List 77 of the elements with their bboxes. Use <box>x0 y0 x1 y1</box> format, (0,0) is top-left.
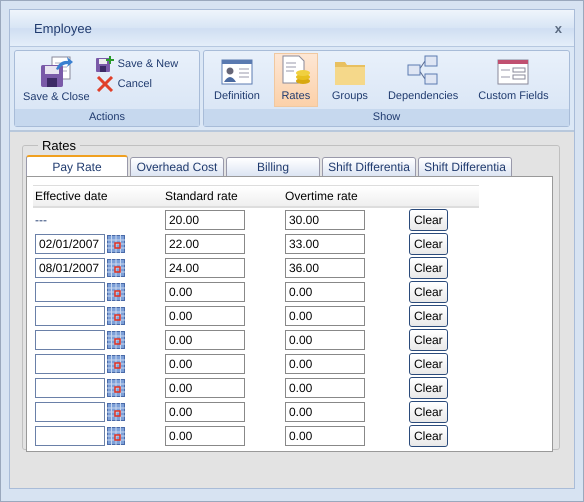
save-close-button[interactable]: Save & Close <box>19 53 94 107</box>
card-button[interactable]: Definition <box>208 53 266 107</box>
save-icon <box>96 56 114 72</box>
overtime-rate-field[interactable]: 0.00 <box>285 282 365 302</box>
overtime-rate-field[interactable]: 0.00 <box>285 354 365 374</box>
calendar-icon[interactable] <box>107 427 125 445</box>
overtime-rate-field[interactable]: 0.00 <box>285 306 365 326</box>
date-field[interactable] <box>35 306 105 326</box>
tab[interactable]: Overhead Cost <box>130 157 224 176</box>
date-field[interactable] <box>35 330 105 350</box>
calendar-icon[interactable] <box>107 403 125 421</box>
date-field[interactable] <box>35 402 105 422</box>
calendar-icon[interactable] <box>107 331 125 349</box>
window-title: Employee <box>34 20 92 36</box>
clear-button[interactable]: Clear <box>409 401 448 423</box>
cancel-button[interactable]: Cancel <box>94 75 180 93</box>
rates-button[interactable]: Rates <box>274 53 318 107</box>
tab[interactable]: Shift Differentia <box>418 157 512 176</box>
calendar-icon[interactable] <box>107 283 125 301</box>
overtime-rate-field[interactable]: 36.00 <box>285 258 365 278</box>
save-new-button[interactable]: Save & New <box>94 55 180 73</box>
date-field[interactable]: 08/01/2007 <box>35 258 105 278</box>
overtime-rate-field[interactable]: 30.00 <box>285 210 365 230</box>
tab[interactable]: Shift Differentia <box>322 157 416 176</box>
date-field[interactable] <box>35 378 105 398</box>
fields-button[interactable]: Custom Fields <box>472 53 555 107</box>
standard-rate-field[interactable]: 0.00 <box>165 330 245 350</box>
clear-button[interactable]: Clear <box>409 257 448 279</box>
overtime-rate-field[interactable]: 0.00 <box>285 426 365 446</box>
standard-rate-field[interactable]: 0.00 <box>165 282 245 302</box>
overtime-rate-field[interactable]: 0.00 <box>285 378 365 398</box>
panel-legend: Rates <box>38 138 80 153</box>
form-icon <box>497 58 530 86</box>
deps-button[interactable]: Dependencies <box>382 53 464 107</box>
calendar-icon[interactable] <box>107 355 125 373</box>
overtime-rate-field[interactable]: 0.00 <box>285 330 365 350</box>
clear-button[interactable]: Clear <box>409 305 448 327</box>
clear-button[interactable]: Clear <box>409 281 448 303</box>
standard-rate-field[interactable]: 0.00 <box>165 402 245 422</box>
tab[interactable]: Pay Rate <box>26 155 128 176</box>
clear-button[interactable]: Clear <box>409 425 448 447</box>
calendar-icon[interactable] <box>107 259 125 277</box>
standard-rate-field[interactable]: 22.00 <box>165 234 245 254</box>
clear-button[interactable]: Clear <box>409 377 448 399</box>
date-field[interactable] <box>35 354 105 374</box>
coins-document-icon <box>280 54 312 86</box>
standard-rate-field[interactable]: 0.00 <box>165 354 245 374</box>
column-header: Standard rate <box>165 189 239 203</box>
contact-card-icon <box>220 58 253 86</box>
clear-button[interactable]: Clear <box>409 233 448 255</box>
standard-rate-field[interactable]: 0.00 <box>165 426 245 446</box>
calendar-icon[interactable] <box>107 379 125 397</box>
standard-rate-field[interactable]: 20.00 <box>165 210 245 230</box>
close-button[interactable]: x <box>554 20 562 36</box>
calendar-icon[interactable] <box>107 235 125 253</box>
group-label: Show <box>204 109 569 126</box>
date-field[interactable] <box>35 282 105 302</box>
column-header: Effective date <box>35 189 108 203</box>
date-field[interactable]: 02/01/2007 <box>35 234 105 254</box>
overtime-rate-field[interactable]: 33.00 <box>285 234 365 254</box>
hierarchy-icon <box>407 54 440 86</box>
column-header: Overtime rate <box>285 189 359 203</box>
clear-button[interactable]: Clear <box>409 329 448 351</box>
save-icon <box>38 55 74 89</box>
date-field[interactable] <box>35 426 105 446</box>
clear-button[interactable]: Clear <box>409 353 448 375</box>
overtime-rate-field[interactable]: 0.00 <box>285 402 365 422</box>
standard-rate-field[interactable]: 0.00 <box>165 306 245 326</box>
tab[interactable]: Billing <box>226 157 320 176</box>
group-label: Actions <box>15 109 199 126</box>
date-text: --- <box>35 213 47 227</box>
standard-rate-field[interactable]: 0.00 <box>165 378 245 398</box>
standard-rate-field[interactable]: 24.00 <box>165 258 245 278</box>
clear-button[interactable]: Clear <box>409 209 448 231</box>
cancel-icon <box>96 76 114 92</box>
calendar-icon[interactable] <box>107 307 125 325</box>
folder-button[interactable]: Groups <box>326 53 374 107</box>
